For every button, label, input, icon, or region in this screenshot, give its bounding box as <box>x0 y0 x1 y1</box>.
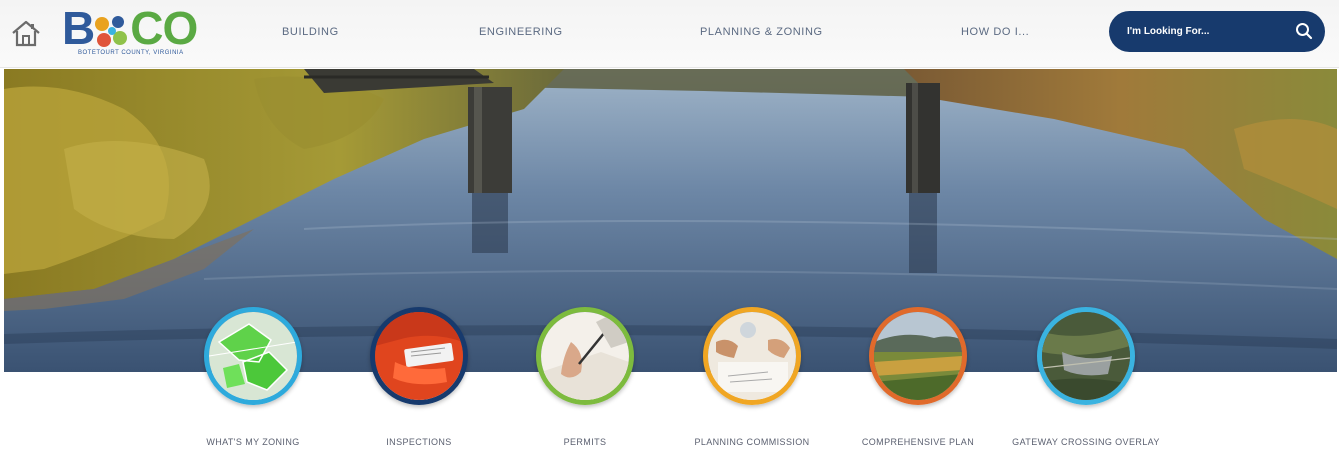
inspections-thumbnail[interactable] <box>370 307 468 405</box>
quick-link-label[interactable]: GATEWAY CROSSING OVERLAY <box>1001 437 1171 447</box>
quick-link-label[interactable]: PLANNING COMMISSION <box>667 437 837 447</box>
nav-engineering[interactable]: ENGINEERING <box>479 26 563 38</box>
signing-document-icon <box>541 312 629 400</box>
nav-planning-zoning[interactable]: PLANNING & ZONING <box>700 26 823 38</box>
search-icon[interactable] <box>1295 22 1313 40</box>
logo-letters-co: CO <box>130 2 198 54</box>
nav-how-do-i[interactable]: HOW DO I... <box>961 26 1029 38</box>
permits-thumbnail[interactable] <box>536 307 634 405</box>
comprehensive-plan-thumbnail[interactable] <box>869 307 967 405</box>
quick-link-planning-commission[interactable]: PLANNING COMMISSION <box>667 307 837 457</box>
logo-subtitle: BOTETOURT COUNTY, VIRGINIA <box>78 50 184 56</box>
logo-dots-icon <box>95 16 127 47</box>
zoning-map-icon <box>209 312 297 400</box>
quick-link-label[interactable]: INSPECTIONS <box>334 437 504 447</box>
zoning-map-thumbnail[interactable] <box>204 307 302 405</box>
quick-link-label[interactable]: PERMITS <box>500 437 670 447</box>
planning-commission-thumbnail[interactable] <box>703 307 801 405</box>
quick-link-inspections[interactable]: INSPECTIONS <box>334 307 504 457</box>
site-header: B CO BOTETOURT COUNTY, VIRGINIA BUILDING … <box>0 0 1339 68</box>
quick-link-gateway-crossing-overlay[interactable]: GATEWAY CROSSING OVERLAY <box>1001 307 1171 457</box>
quick-link-permits[interactable]: PERMITS <box>500 307 670 457</box>
gateway-crossing-thumbnail[interactable] <box>1037 307 1135 405</box>
home-icon[interactable] <box>10 18 42 48</box>
quick-link-label[interactable]: WHAT'S MY ZONING <box>168 437 338 447</box>
inspector-clipboard-icon <box>375 312 463 400</box>
nav-building[interactable]: BUILDING <box>282 26 339 38</box>
farmland-landscape-icon <box>874 312 962 400</box>
quick-link-whats-my-zoning[interactable]: WHAT'S MY ZONING <box>168 307 338 457</box>
meeting-hands-icon <box>708 312 796 400</box>
search-bar[interactable] <box>1109 11 1325 52</box>
logo-letter-b: B <box>62 2 95 54</box>
quick-link-label[interactable]: COMPREHENSIVE PLAN <box>833 437 1003 447</box>
aerial-map-icon <box>1042 312 1130 400</box>
county-logo[interactable]: B CO BOTETOURT COUNTY, VIRGINIA <box>62 4 202 62</box>
search-input[interactable] <box>1127 22 1287 40</box>
quick-link-comprehensive-plan[interactable]: COMPREHENSIVE PLAN <box>833 307 1003 457</box>
